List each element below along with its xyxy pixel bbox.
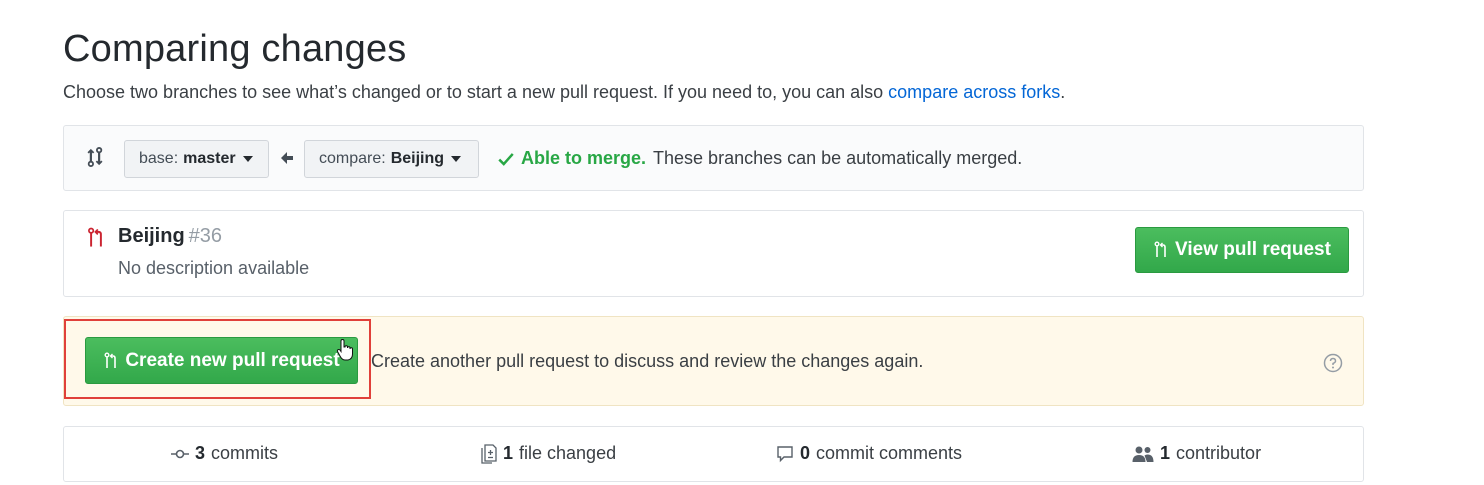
file-diff-icon (481, 443, 497, 464)
chevron-down-icon (451, 156, 462, 162)
commits-label: commits (211, 443, 279, 463)
contributors-count: 1 (1160, 443, 1171, 463)
compare-value: Beijing (390, 150, 445, 167)
range-editor: base: master compare: Beijing Able to me… (63, 125, 1364, 191)
base-label: base: (139, 150, 179, 167)
people-icon (1132, 446, 1154, 462)
page-title: Comparing changes (63, 28, 407, 70)
pr-number: #36 (188, 225, 223, 247)
base-value: master (183, 150, 236, 167)
pr-name: Beijing (118, 225, 185, 247)
view-pull-request-label: View pull request (1175, 239, 1331, 260)
comments-count: 0 (800, 443, 811, 463)
subtitle-end: . (1060, 82, 1066, 102)
git-commit-icon (171, 449, 189, 458)
pr-title[interactable]: Beijing #36 (118, 225, 222, 248)
contributors-stat[interactable]: 1 contributor (1132, 443, 1261, 464)
subtitle-text: Choose two branches to see what’s change… (63, 82, 889, 102)
compare-branch-select[interactable]: compare: Beijing (304, 140, 479, 178)
commits-count: 3 (195, 443, 206, 463)
highlight-box (64, 319, 371, 399)
chevron-down-icon (242, 156, 253, 162)
merge-ok-text: Able to merge. (521, 148, 647, 168)
compare-label: compare: (319, 150, 386, 167)
question-icon[interactable] (1323, 353, 1343, 373)
view-pull-request-button[interactable]: View pull request (1135, 227, 1349, 273)
check-icon (498, 152, 514, 166)
git-pull-request-icon (88, 227, 102, 247)
comparison-summary: 3 commits 1 file changed 0 commit commen… (63, 426, 1364, 482)
files-label: file changed (519, 443, 617, 463)
comment-icon (777, 445, 793, 462)
pr-description: No description available (118, 258, 310, 278)
base-branch-select[interactable]: base: master (124, 140, 269, 178)
existing-pull-request: Beijing #36 No description available View… (63, 210, 1364, 297)
files-changed-stat[interactable]: 1 file changed (481, 443, 616, 464)
compare-across-forks-link[interactable]: compare across forks (888, 82, 1060, 102)
hand-cursor-icon (336, 339, 353, 361)
comments-label: commit comments (816, 443, 963, 463)
arrow-left-icon (281, 152, 293, 164)
compare-icon (87, 147, 103, 167)
commit-comments-stat[interactable]: 0 commit comments (776, 443, 962, 464)
merge-text: These branches can be automatically merg… (653, 148, 1023, 168)
create-description: Create another pull request to discuss a… (371, 351, 924, 371)
commits-stat[interactable]: 3 commits (171, 443, 278, 464)
git-pull-request-icon (1154, 241, 1166, 257)
page-subtitle: Choose two branches to see what’s change… (63, 82, 1065, 103)
contributors-label: contributor (1176, 443, 1262, 463)
merge-status: Able to merge. These branches can be aut… (497, 148, 1022, 169)
files-count: 1 (503, 443, 514, 463)
